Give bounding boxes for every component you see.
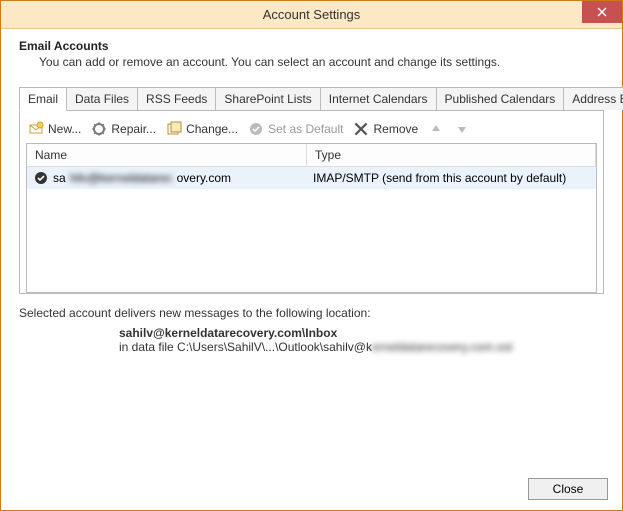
table-row[interactable]: sa hilv@kerneldatarec overy.com IMAP/SMTP … bbox=[27, 167, 596, 189]
tab-data-files[interactable]: Data Files bbox=[66, 87, 138, 110]
set-default-label: Set as Default bbox=[268, 122, 343, 136]
account-name-hidden: hilv@kerneldatarec bbox=[70, 171, 173, 185]
cell-name: sa hilv@kerneldatarec overy.com bbox=[27, 167, 307, 189]
new-label: New... bbox=[48, 122, 81, 136]
repair-button[interactable]: Repair... bbox=[91, 121, 156, 137]
dialog-footer: Close bbox=[1, 468, 622, 510]
section-title: Email Accounts bbox=[19, 39, 604, 53]
change-button[interactable]: Change... bbox=[166, 121, 238, 137]
arrow-down-icon bbox=[454, 121, 470, 137]
window-close-button[interactable] bbox=[582, 1, 622, 23]
remove-label: Remove bbox=[373, 122, 418, 136]
delivery-path-hidden: erneldatarecovery.com.ost bbox=[372, 340, 513, 354]
toolbar: New... Repair... Change... bbox=[26, 117, 597, 143]
move-down-button bbox=[454, 121, 470, 137]
window-title: Account Settings bbox=[1, 7, 622, 22]
section-description: You can add or remove an account. You ca… bbox=[39, 55, 604, 69]
close-button[interactable]: Close bbox=[528, 478, 608, 500]
tab-address-books[interactable]: Address Books bbox=[563, 87, 623, 110]
check-circle-icon bbox=[248, 121, 264, 137]
delivery-info: Selected account delivers new messages t… bbox=[19, 306, 604, 354]
change-icon bbox=[166, 121, 182, 137]
new-button[interactable]: New... bbox=[28, 121, 81, 137]
account-name-suffix: overy.com bbox=[177, 171, 231, 185]
cell-type: IMAP/SMTP (send from this account by def… bbox=[307, 168, 596, 188]
delivery-label: Selected account delivers new messages t… bbox=[19, 306, 604, 320]
tab-internet-calendars[interactable]: Internet Calendars bbox=[320, 87, 437, 110]
col-type[interactable]: Type bbox=[307, 144, 596, 166]
delivery-path-prefix: in data file C:\Users\SahilV\...\Outlook… bbox=[119, 340, 372, 354]
account-name-prefix: sa bbox=[53, 171, 66, 185]
table-header: Name Type bbox=[27, 144, 596, 167]
tab-sharepoint-lists[interactable]: SharePoint Lists bbox=[215, 87, 320, 110]
new-icon bbox=[28, 121, 44, 137]
remove-button[interactable]: Remove bbox=[353, 121, 418, 137]
remove-icon bbox=[353, 121, 369, 137]
set-default-button: Set as Default bbox=[248, 121, 343, 137]
tab-published-calendars[interactable]: Published Calendars bbox=[436, 87, 565, 110]
titlebar: Account Settings bbox=[1, 1, 622, 29]
col-name[interactable]: Name bbox=[27, 144, 307, 166]
default-account-icon bbox=[33, 170, 49, 186]
tab-email[interactable]: Email bbox=[19, 87, 67, 111]
accounts-table: Name Type sa hilv@kerneldatarec overy.com … bbox=[26, 143, 597, 293]
arrow-up-icon bbox=[428, 121, 444, 137]
tab-content: New... Repair... Change... bbox=[19, 111, 604, 294]
account-settings-window: Account Settings Email Accounts You can … bbox=[0, 0, 623, 511]
change-label: Change... bbox=[186, 122, 238, 136]
repair-label: Repair... bbox=[111, 122, 156, 136]
delivery-inbox: sahilv@kerneldatarecovery.com\Inbox bbox=[119, 326, 604, 340]
close-icon bbox=[597, 7, 607, 17]
move-up-button bbox=[428, 121, 444, 137]
tab-strip: Email Data Files RSS Feeds SharePoint Li… bbox=[19, 87, 604, 111]
repair-icon bbox=[91, 121, 107, 137]
dialog-body: Email Accounts You can add or remove an … bbox=[1, 29, 622, 468]
delivery-path: in data file C:\Users\SahilV\...\Outlook… bbox=[119, 340, 604, 354]
tab-rss-feeds[interactable]: RSS Feeds bbox=[137, 87, 216, 110]
